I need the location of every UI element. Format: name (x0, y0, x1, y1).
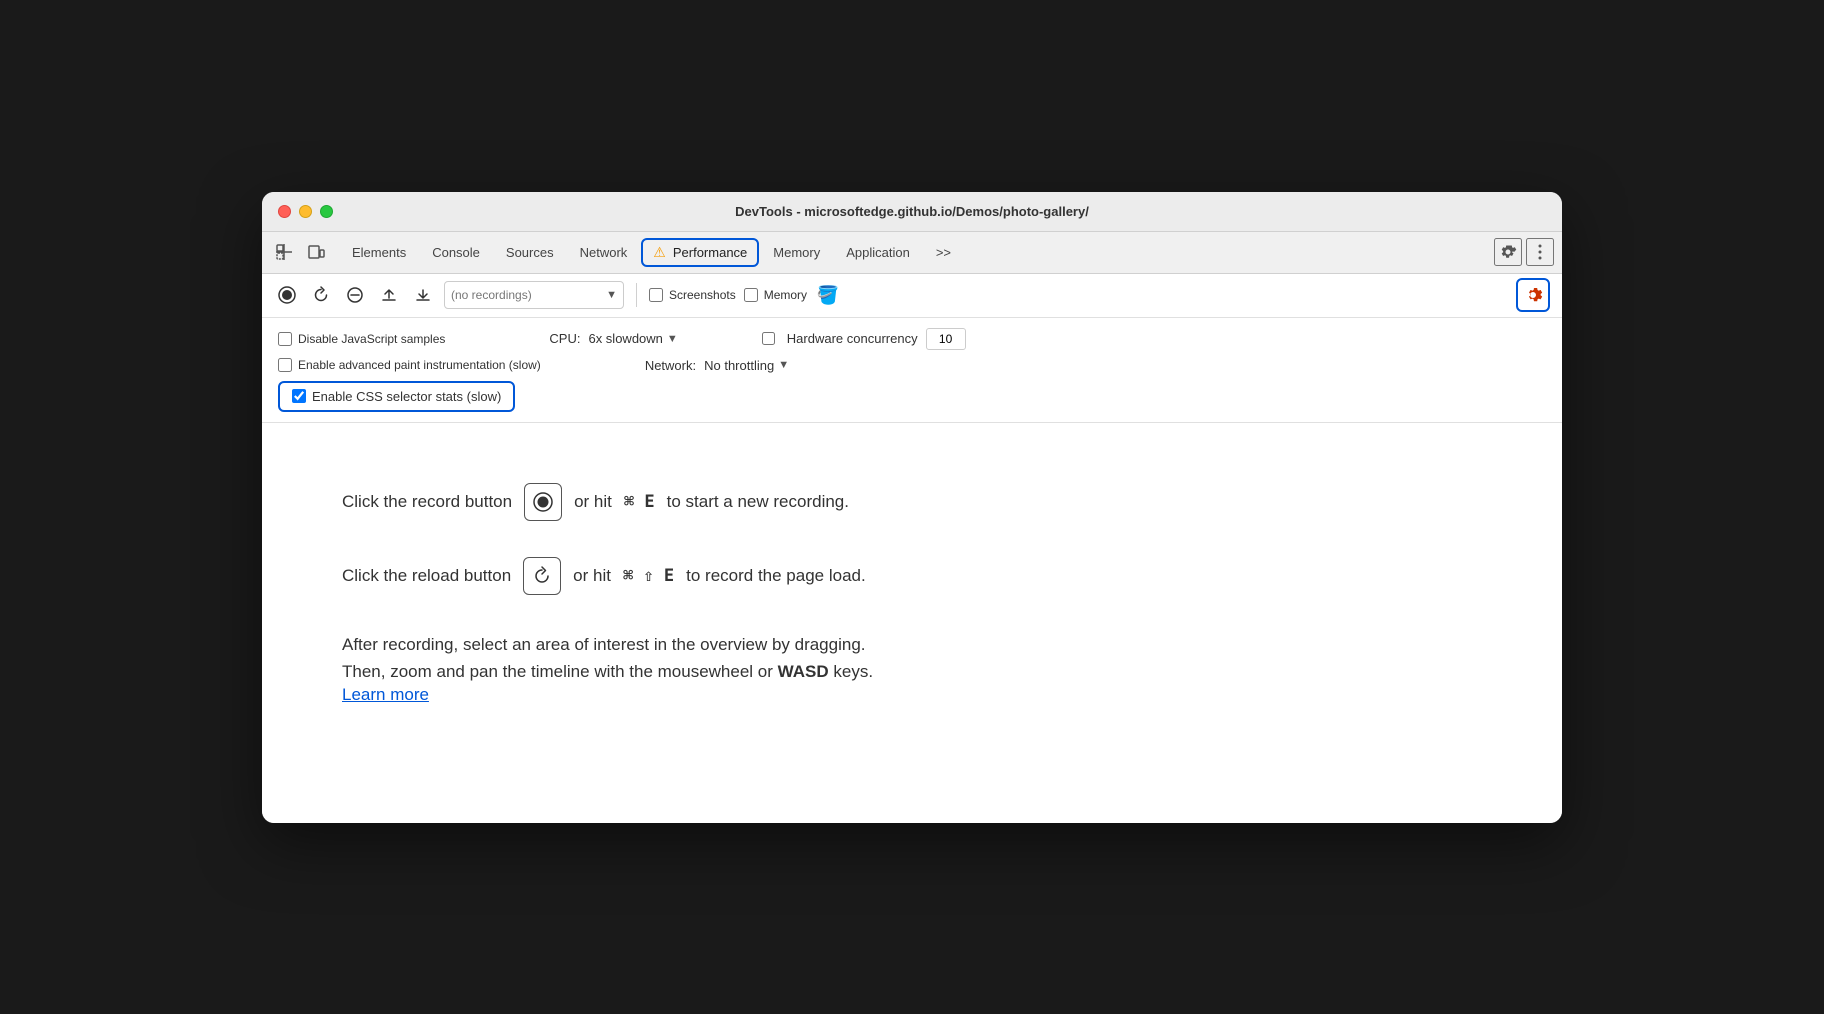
instruction-record-text-end: to start a new recording. (667, 492, 849, 512)
title-bar: DevTools - microsoftedge.github.io/Demos… (262, 192, 1562, 232)
recordings-placeholder: (no recordings) (451, 288, 602, 302)
cpu-group: CPU: 6x slowdown ▼ (549, 331, 677, 346)
info-block: After recording, select an area of inter… (342, 631, 1482, 705)
tab-sources[interactable]: Sources (494, 239, 566, 266)
learn-more-link[interactable]: Learn more (342, 685, 429, 704)
inspect-element-icon[interactable] (270, 238, 298, 266)
devtools-window: DevTools - microsoftedge.github.io/Demos… (262, 192, 1562, 823)
recordings-dropdown-arrow: ▼ (606, 289, 617, 301)
performance-toolbar: (no recordings) ▼ Screenshots Memory 🪣 (262, 274, 1562, 318)
hw-concurrency-checkbox[interactable] (762, 332, 775, 345)
record-icon-illustration (524, 483, 562, 521)
settings-panel: Disable JavaScript samples CPU: 6x slowd… (262, 318, 1562, 423)
clear-button[interactable] (342, 282, 368, 308)
enable-advanced-paint-label[interactable]: Enable advanced paint instrumentation (s… (278, 358, 541, 372)
tab-performance-label: Performance (673, 245, 747, 260)
close-button[interactable] (278, 205, 291, 218)
memory-label: Memory (764, 288, 807, 302)
toolbar-separator-1 (636, 283, 637, 307)
instruction-record-text-before: Click the record button (342, 492, 512, 512)
enable-advanced-paint-checkbox[interactable] (278, 358, 292, 372)
settings-row-3: Enable CSS selector stats (slow) (278, 381, 1546, 412)
minimize-button[interactable] (299, 205, 312, 218)
network-dropdown-arrow: ▼ (778, 359, 789, 371)
disable-js-samples-text: Disable JavaScript samples (298, 332, 445, 346)
disable-js-samples-label[interactable]: Disable JavaScript samples (278, 332, 445, 346)
perf-settings-area (1516, 278, 1550, 312)
recordings-dropdown[interactable]: (no recordings) ▼ (444, 281, 624, 309)
info-line1: After recording, select an area of inter… (342, 631, 1482, 658)
settings-row-2: Enable advanced paint instrumentation (s… (278, 358, 1546, 373)
performance-settings-button[interactable] (1516, 278, 1550, 312)
tab-console[interactable]: Console (420, 239, 492, 266)
devtools-settings-button[interactable] (1494, 238, 1522, 266)
cpu-dropdown-arrow: ▼ (667, 333, 678, 345)
reload-icon-illustration (523, 557, 561, 595)
instruction-record: Click the record button or hit ⌘ E to st… (342, 483, 1482, 521)
hw-concurrency-group: Hardware concurrency (762, 328, 966, 350)
cpu-select[interactable]: 6x slowdown ▼ (588, 331, 677, 346)
info-line2: Then, zoom and pan the timeline with the… (342, 658, 1482, 685)
instruction-record-shortcut: ⌘ E (624, 492, 655, 512)
collect-garbage-button[interactable]: 🪣 (815, 282, 841, 308)
tab-bar-actions (1494, 238, 1554, 266)
info-line2-after: keys. (833, 662, 873, 681)
record-button[interactable] (274, 282, 300, 308)
reload-record-button[interactable] (308, 282, 334, 308)
enable-css-selector-stats-text: Enable CSS selector stats (slow) (312, 389, 501, 404)
cpu-value: 6x slowdown (588, 331, 662, 346)
network-label: Network: (645, 358, 696, 373)
device-toolbar-icon[interactable] (302, 238, 330, 266)
instruction-reload: Click the reload button or hit ⌘ ⇧ E to … (342, 557, 1482, 595)
info-line2-before: Then, zoom and pan the timeline with the… (342, 662, 773, 681)
tab-application[interactable]: Application (834, 239, 922, 266)
memory-checkbox[interactable] (744, 288, 758, 302)
network-group: Network: No throttling ▼ (645, 358, 789, 373)
instruction-record-text-or: or hit (574, 492, 612, 512)
devtools-icons (270, 238, 330, 266)
tab-network[interactable]: Network (568, 239, 640, 266)
enable-advanced-paint-text: Enable advanced paint instrumentation (s… (298, 358, 541, 372)
hw-concurrency-input[interactable] (926, 328, 966, 350)
cpu-label: CPU: (549, 331, 580, 346)
tab-performance[interactable]: ⚠ Performance (641, 238, 759, 267)
instruction-reload-text-end: to record the page load. (686, 566, 866, 586)
performance-warning-icon: ⚠ (653, 244, 666, 261)
tab-elements[interactable]: Elements (340, 239, 418, 266)
screenshots-checkbox-label[interactable]: Screenshots (649, 288, 736, 302)
main-content: Click the record button or hit ⌘ E to st… (262, 423, 1562, 823)
devtools-more-button[interactable] (1526, 238, 1554, 266)
tab-more[interactable]: >> (924, 239, 963, 266)
instruction-reload-text-or: or hit (573, 566, 611, 586)
network-value: No throttling (704, 358, 774, 373)
tab-memory[interactable]: Memory (761, 239, 832, 266)
memory-checkbox-label[interactable]: Memory (744, 288, 807, 302)
instruction-reload-text-before: Click the reload button (342, 566, 511, 586)
upload-profile-button[interactable] (376, 282, 402, 308)
enable-css-selector-stats-checkbox[interactable] (292, 389, 306, 403)
traffic-lights (278, 205, 333, 218)
tab-bar: Elements Console Sources Network ⚠ Perfo… (262, 232, 1562, 274)
screenshots-label: Screenshots (669, 288, 736, 302)
maximize-button[interactable] (320, 205, 333, 218)
hw-concurrency-label: Hardware concurrency (787, 331, 918, 346)
settings-row-1: Disable JavaScript samples CPU: 6x slowd… (278, 328, 1546, 350)
save-profile-button[interactable] (410, 282, 436, 308)
window-title: DevTools - microsoftedge.github.io/Demos… (735, 204, 1089, 219)
info-line2-bold: WASD (778, 662, 829, 681)
instruction-reload-shortcut: ⌘ ⇧ E (623, 566, 674, 586)
disable-js-samples-checkbox[interactable] (278, 332, 292, 346)
network-select[interactable]: No throttling ▼ (704, 358, 789, 373)
screenshots-checkbox[interactable] (649, 288, 663, 302)
css-selector-stats-container: Enable CSS selector stats (slow) (278, 381, 515, 412)
